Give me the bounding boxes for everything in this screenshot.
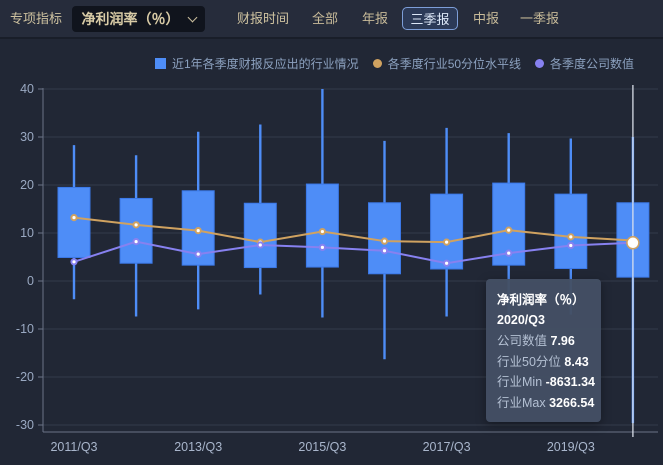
data-point-marker[interactable] bbox=[568, 243, 573, 248]
highlight-company-marker[interactable] bbox=[627, 237, 639, 249]
data-point-marker[interactable] bbox=[258, 242, 263, 247]
box-body bbox=[58, 187, 90, 257]
data-point-marker[interactable] bbox=[382, 239, 387, 244]
data-point-marker[interactable] bbox=[320, 229, 325, 234]
line-path bbox=[74, 218, 633, 242]
box-body bbox=[555, 194, 587, 268]
data-point-marker[interactable] bbox=[444, 240, 449, 245]
boxplot-2013/Q3[interactable] bbox=[182, 132, 214, 310]
company-value-line bbox=[71, 239, 635, 266]
data-point-marker[interactable] bbox=[444, 261, 449, 266]
box-body bbox=[306, 184, 338, 267]
legend-label: 近1年各季度财报反应出的行业情况 bbox=[172, 55, 359, 72]
boxplot-2015/Q3[interactable] bbox=[306, 89, 338, 317]
legend-label: 各季度公司数值 bbox=[550, 55, 634, 72]
y-tick-label: 40 bbox=[20, 82, 34, 96]
data-point-marker[interactable] bbox=[506, 228, 511, 233]
box-body bbox=[120, 198, 152, 263]
tooltip-row-industry-min: 行业Min -8631.34 bbox=[497, 372, 590, 393]
y-tick-label: 30 bbox=[20, 130, 34, 144]
x-tick-label: 2013/Q3 bbox=[174, 440, 222, 454]
tab-q3-report-selected[interactable]: 三季报 bbox=[402, 7, 458, 30]
legend-item-industry-box[interactable]: 近1年各季度财报反应出的行业情况 bbox=[155, 55, 359, 72]
tab-annual-report[interactable]: 年报 bbox=[362, 0, 388, 37]
data-point-marker[interactable] bbox=[196, 252, 201, 257]
data-point-marker[interactable] bbox=[506, 251, 511, 256]
chevron-down-icon bbox=[187, 12, 197, 22]
legend-item-company-value[interactable]: 各季度公司数值 bbox=[535, 55, 634, 72]
data-point-marker[interactable] bbox=[134, 239, 139, 244]
chart-tooltip: 净利润率（％） 2020/Q3 公司数值 7.96 行业50分位 8.43 行业… bbox=[486, 279, 601, 422]
tab-interim-report[interactable]: 中报 bbox=[473, 0, 499, 37]
tab-q1-report[interactable]: 一季报 bbox=[520, 0, 559, 37]
box-body bbox=[244, 203, 276, 267]
report-time-label: 财报时间 bbox=[237, 0, 289, 37]
percentile50-line bbox=[71, 215, 635, 245]
x-tick-label: 2017/Q3 bbox=[423, 440, 471, 454]
y-tick-label: 20 bbox=[20, 178, 34, 192]
data-point-marker[interactable] bbox=[71, 215, 76, 220]
orange-dot-icon bbox=[373, 59, 382, 68]
purple-dot-icon bbox=[535, 59, 544, 68]
data-point-marker[interactable] bbox=[134, 222, 139, 227]
data-point-marker[interactable] bbox=[196, 228, 201, 233]
tooltip-row-company: 公司数值 7.96 bbox=[497, 331, 590, 352]
y-tick-label: -20 bbox=[16, 370, 34, 384]
data-point-marker[interactable] bbox=[568, 234, 573, 239]
boxplot-2011/Q3[interactable] bbox=[58, 145, 90, 299]
boxplot-2014/Q3[interactable] bbox=[244, 125, 276, 295]
x-tick-label: 2011/Q3 bbox=[50, 440, 97, 454]
box-body bbox=[431, 194, 463, 269]
tooltip-title: 净利润率（％） bbox=[497, 290, 590, 310]
x-tick-label: 2019/Q3 bbox=[547, 440, 595, 454]
legend-item-percentile50[interactable]: 各季度行业50分位水平线 bbox=[373, 55, 521, 72]
chart-legend: 近1年各季度财报反应出的行业情况 各季度行业50分位水平线 各季度公司数值 bbox=[155, 56, 634, 71]
indicator-dropdown-value: 净利润率（％） bbox=[82, 9, 180, 29]
indicator-dropdown[interactable]: 净利润率（％） bbox=[72, 6, 205, 32]
legend-label: 各季度行业50分位水平线 bbox=[388, 55, 521, 72]
blue-square-icon bbox=[155, 58, 166, 69]
data-point-marker[interactable] bbox=[320, 245, 325, 250]
data-point-marker[interactable] bbox=[71, 259, 76, 264]
tooltip-row-percentile50: 行业50分位 8.43 bbox=[497, 352, 590, 373]
y-tick-label: -10 bbox=[16, 322, 34, 336]
tab-all-periods[interactable]: 全部 bbox=[312, 0, 338, 37]
line-path bbox=[74, 242, 633, 264]
y-tick-label: 10 bbox=[20, 226, 34, 240]
y-tick-label: -30 bbox=[16, 418, 34, 432]
y-tick-label: 0 bbox=[27, 274, 34, 288]
tooltip-row-industry-max: 行业Max 3266.54 bbox=[497, 393, 590, 414]
toolbar: 专项指标 净利润率（％） 财报时间 全部 年报 三季报 中报 一季报 bbox=[0, 0, 663, 39]
boxplot-2017/Q3[interactable] bbox=[431, 128, 463, 317]
boxplot-2012/Q3[interactable] bbox=[120, 155, 152, 316]
x-tick-label: 2015/Q3 bbox=[298, 440, 346, 454]
tooltip-period: 2020/Q3 bbox=[497, 310, 590, 331]
indicator-label: 专项指标 bbox=[10, 0, 62, 37]
data-point-marker[interactable] bbox=[382, 248, 387, 253]
